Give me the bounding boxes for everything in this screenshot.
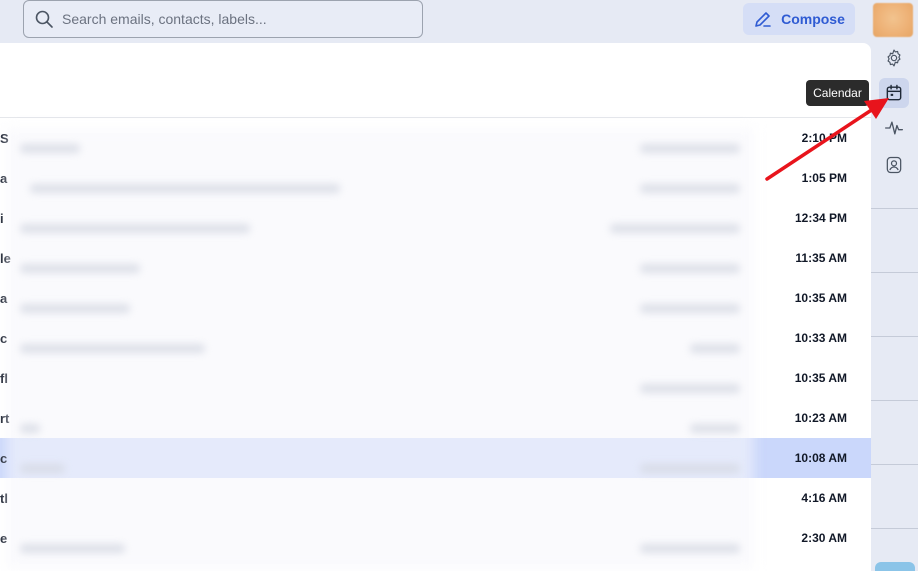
email-row[interactable]: a 10:35 AM (0, 278, 871, 318)
blurred-content (20, 424, 40, 433)
blurred-content (20, 344, 205, 353)
blurred-content (640, 184, 740, 193)
rail-divider (871, 528, 918, 529)
search-input[interactable] (62, 11, 422, 27)
email-time: 2:30 AM (801, 531, 847, 545)
email-time: 10:35 AM (794, 291, 847, 305)
blurred-content (30, 184, 340, 193)
blurred-content (20, 144, 80, 153)
blurred-content (640, 304, 740, 313)
search-icon (34, 9, 54, 29)
rail-divider (871, 208, 918, 209)
email-sender: fl (0, 370, 8, 386)
email-time: 10:35 AM (794, 371, 847, 385)
blurred-content (610, 224, 740, 233)
activity-button[interactable] (879, 113, 909, 143)
email-sender: le (0, 250, 11, 266)
blurred-content (640, 464, 740, 473)
blurred-content (20, 224, 250, 233)
email-row[interactable]: S 2:10 PM (0, 118, 871, 158)
blurred-content (640, 144, 740, 153)
calendar-icon (886, 84, 902, 101)
blurred-content (690, 424, 740, 433)
email-row[interactable]: fl 10:35 AM (0, 358, 871, 398)
search-box[interactable] (23, 0, 423, 38)
avatar[interactable] (873, 3, 913, 37)
blurred-content (20, 264, 140, 273)
rail-divider (871, 336, 918, 337)
email-sender: tl (0, 490, 8, 506)
email-row[interactable]: tl 4:16 AM (0, 478, 871, 518)
blurred-content (640, 544, 740, 553)
email-time: 2:10 PM (801, 131, 847, 145)
blurred-content (20, 544, 125, 553)
rail-divider (871, 400, 918, 401)
email-time: 10:08 AM (794, 451, 847, 465)
gear-icon (887, 49, 901, 67)
contacts-icon (886, 156, 902, 174)
email-list-panel: S 2:10 PM a 1:05 PM i 12:34 PM le 11:35 AM a… (0, 43, 871, 571)
email-sender: rt (0, 410, 10, 426)
pencil-icon (753, 9, 773, 29)
compose-button[interactable]: Compose (743, 3, 855, 35)
email-time: 4:16 AM (801, 491, 847, 505)
email-time: 12:34 PM (794, 211, 847, 225)
email-time: 10:23 AM (794, 411, 847, 425)
right-rail (871, 43, 918, 571)
email-sender: i (0, 210, 4, 226)
blurred-content (20, 304, 130, 313)
rail-divider (871, 272, 918, 273)
email-sender: c (0, 330, 8, 346)
rail-divider (871, 464, 918, 465)
contacts-button[interactable] (879, 150, 909, 180)
email-sender: c (0, 450, 8, 466)
email-time: 11:35 AM (795, 251, 847, 265)
email-sender: a (0, 290, 8, 306)
email-sender: S (0, 130, 9, 146)
rail-bottom-tab[interactable] (875, 562, 915, 571)
activity-icon (885, 121, 903, 135)
calendar-tooltip: Calendar (806, 80, 869, 106)
email-time: 10:33 AM (794, 331, 847, 345)
email-row[interactable]: e 2:30 AM (0, 518, 871, 558)
email-sender: e (0, 530, 8, 546)
blurred-content (20, 464, 65, 473)
email-row[interactable]: rt 10:23 AM (0, 398, 871, 438)
calendar-button[interactable] (879, 78, 909, 108)
list-header (0, 43, 871, 118)
blurred-content (690, 344, 740, 353)
blurred-content (640, 264, 740, 273)
blurred-content (640, 384, 740, 393)
settings-button[interactable] (879, 43, 909, 73)
email-time: 1:05 PM (801, 171, 847, 185)
email-sender: a (0, 170, 8, 186)
compose-button-label: Compose (781, 11, 845, 27)
email-row-selected[interactable]: c 10:08 AM (0, 438, 871, 478)
